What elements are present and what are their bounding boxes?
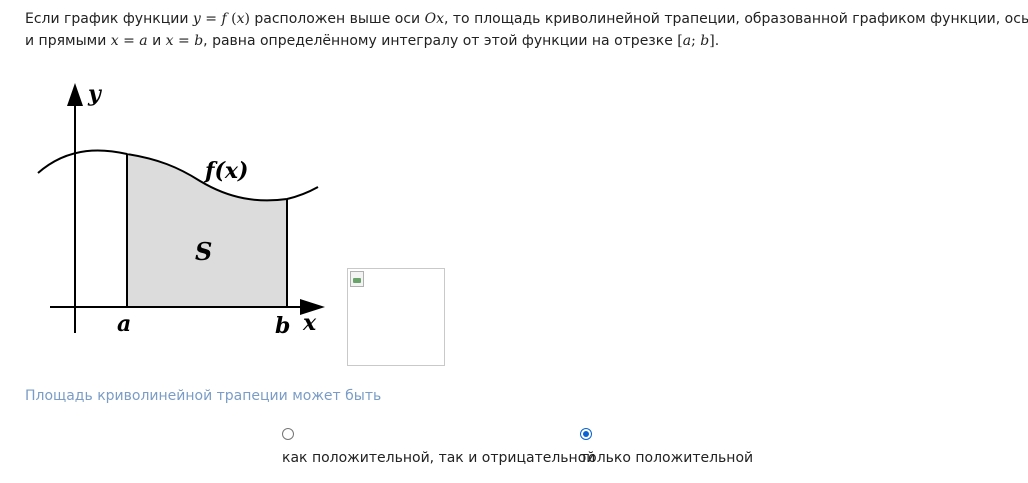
broken-image-placeholder bbox=[347, 268, 445, 366]
math-x: x bbox=[110, 33, 119, 49]
math-y: y bbox=[192, 11, 201, 27]
intro-text: расположен выше оси bbox=[249, 11, 425, 27]
y-axis-arrow bbox=[67, 83, 83, 106]
math-separator: ; bbox=[691, 33, 701, 49]
intro-text: , равна определённому интегралу от этой … bbox=[203, 33, 678, 49]
a-label: a bbox=[117, 311, 131, 337]
curvilinear-trapezoid-figure: y x f(x) S a b bbox=[37, 81, 325, 339]
broken-image-icon bbox=[350, 271, 364, 287]
math-axis-x: x bbox=[436, 11, 444, 27]
math-b: b bbox=[194, 33, 204, 49]
option-radio-only-positive[interactable] bbox=[580, 428, 592, 440]
math-a: a bbox=[682, 33, 692, 49]
intro-text: . bbox=[714, 33, 720, 49]
intro-text: и прямыми bbox=[25, 33, 111, 49]
intro-line-1: Если график функции y = f (x) расположен… bbox=[25, 8, 1028, 30]
option-label-both-signs[interactable]: как положительной, так и отрицательной bbox=[282, 450, 595, 466]
intro-line-2: и прямыми x = a и x = b, равна определён… bbox=[25, 30, 1025, 52]
math-a: a bbox=[139, 33, 148, 49]
area-label: S bbox=[195, 237, 212, 266]
intro-text: Если график функции bbox=[25, 11, 193, 27]
math-paren-open: ( bbox=[226, 11, 237, 27]
x-axis-label: x bbox=[302, 310, 317, 336]
intro-text: и bbox=[147, 33, 166, 49]
math-eq: = bbox=[118, 33, 140, 49]
y-axis-label: y bbox=[87, 81, 103, 107]
b-label: b bbox=[275, 313, 290, 339]
math-x: x bbox=[165, 33, 174, 49]
intro-paragraph: Если график функции y = f (x) расположен… bbox=[25, 8, 1028, 52]
math-eq: = bbox=[173, 33, 195, 49]
intro-text: , то площадь криволинейной трапеции, обр… bbox=[444, 11, 1028, 27]
math-axis-O: O bbox=[424, 11, 437, 27]
math-b: b bbox=[700, 33, 710, 49]
question-text: Площадь криволинейной трапеции может быт… bbox=[25, 388, 382, 404]
math-eq: = bbox=[200, 11, 222, 27]
option-label-only-positive[interactable]: только положительной bbox=[580, 450, 753, 466]
option-radio-both-signs[interactable] bbox=[282, 428, 294, 440]
function-label: f(x) bbox=[203, 158, 248, 184]
